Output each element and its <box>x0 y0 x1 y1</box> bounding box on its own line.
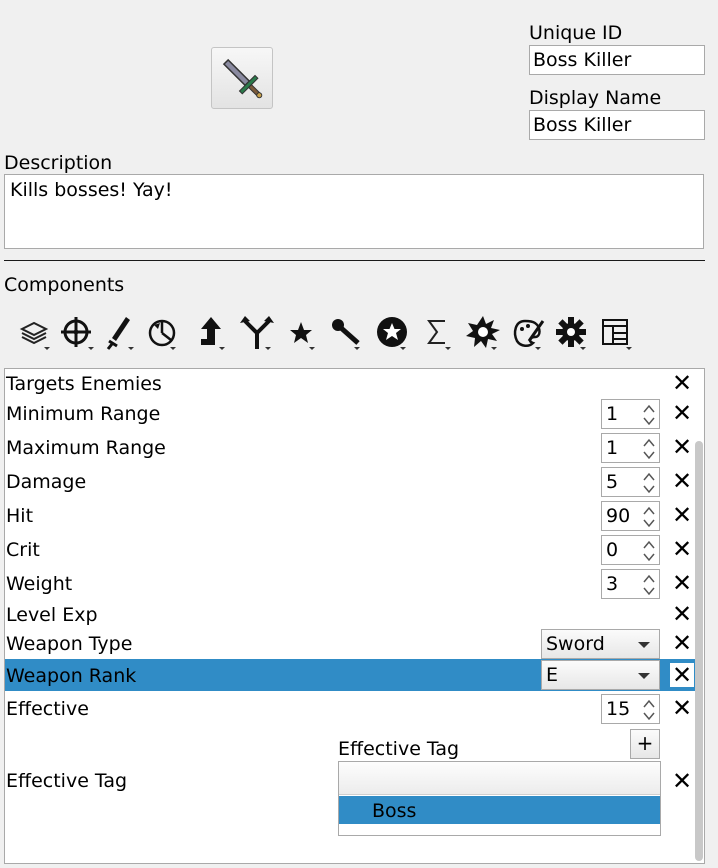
remove-icon[interactable]: ✕ <box>669 662 695 688</box>
list-item[interactable]: Boss <box>339 796 660 824</box>
unique-id-input[interactable]: Boss Killer <box>529 45 705 75</box>
item-icon-button[interactable] <box>211 47 273 109</box>
row-label: Effective <box>6 698 89 720</box>
remove-icon[interactable]: ✕ <box>670 371 694 395</box>
description-label: Description <box>4 152 113 174</box>
spin-value: 1 <box>606 403 619 425</box>
description-textarea[interactable]: Kills bosses! Yay! <box>4 174 704 249</box>
spin-value: 90 <box>606 505 631 527</box>
display-name-label: Display Name <box>529 87 662 109</box>
crit-spinbox[interactable]: 0 <box>601 535 660 565</box>
spin-up-icon[interactable] <box>641 403 657 415</box>
sword-item-icon <box>222 58 263 99</box>
remove-icon[interactable]: ✕ <box>670 631 694 655</box>
effective-tag-list[interactable]: Boss <box>338 761 661 836</box>
display-name-input[interactable]: Boss Killer <box>529 110 705 140</box>
chevron-down-icon <box>638 673 650 679</box>
row-weapon-rank[interactable]: Weapon Rank E ✕ <box>5 659 697 691</box>
spin-down-icon[interactable] <box>641 517 657 529</box>
spin-down-icon[interactable] <box>641 483 657 495</box>
maximum-range-spinbox[interactable]: 1 <box>601 433 660 463</box>
spin-value: 15 <box>606 698 631 720</box>
palette-icon[interactable] <box>509 313 549 353</box>
spin-up-icon[interactable] <box>641 539 657 551</box>
minimum-range-spinbox[interactable]: 1 <box>601 399 660 429</box>
spin-value: 1 <box>606 437 619 459</box>
row-label: Weight <box>6 573 73 595</box>
unique-id-label: Unique ID <box>529 22 623 44</box>
gear-icon[interactable] <box>552 313 592 353</box>
spin-up-icon[interactable] <box>641 437 657 449</box>
row-label: Targets Enemies <box>6 373 162 395</box>
components-list[interactable]: Targets Enemies ✕ Minimum Range 1 ✕ Maxi… <box>4 368 705 864</box>
remove-icon[interactable]: ✕ <box>670 435 694 459</box>
row-label: Minimum Range <box>6 403 161 425</box>
badge-star-icon[interactable] <box>372 313 412 353</box>
remove-icon[interactable]: ✕ <box>670 537 694 561</box>
burst-icon[interactable] <box>463 313 503 353</box>
spin-down-icon[interactable] <box>641 710 657 722</box>
spin-up-icon[interactable] <box>641 573 657 585</box>
row-label: Effective Tag <box>6 770 128 792</box>
remove-icon[interactable]: ✕ <box>670 401 694 425</box>
add-tag-button[interactable]: + <box>630 729 660 759</box>
chevron-down-icon <box>638 642 650 648</box>
layers-icon[interactable] <box>16 313 56 353</box>
row-label: Damage <box>6 471 87 493</box>
description-text: Kills bosses! Yay! <box>10 179 173 201</box>
spin-down-icon[interactable] <box>641 449 657 461</box>
effective-spinbox[interactable]: 15 <box>601 694 660 724</box>
spin-down-icon[interactable] <box>641 585 657 597</box>
spin-up-icon[interactable] <box>641 698 657 710</box>
spin-down-icon[interactable] <box>641 415 657 427</box>
remove-icon[interactable]: ✕ <box>670 571 694 595</box>
scrollbar[interactable] <box>695 441 703 861</box>
components-label: Components <box>4 274 125 296</box>
star-icon[interactable] <box>283 313 323 353</box>
sword-icon[interactable] <box>100 313 140 353</box>
row-label: Crit <box>6 539 40 561</box>
remove-icon[interactable]: ✕ <box>670 469 694 493</box>
list-item-label: Boss <box>372 800 417 822</box>
crosshair-icon[interactable] <box>58 313 98 353</box>
row-label: Hit <box>6 505 34 527</box>
arrow-up-icon[interactable] <box>193 313 233 353</box>
row-label: Weapon Type <box>6 633 133 655</box>
remove-icon[interactable]: ✕ <box>670 769 694 793</box>
pie-icon[interactable] <box>142 313 182 353</box>
weight-spinbox[interactable]: 3 <box>601 569 660 599</box>
row-label: Maximum Range <box>6 437 166 459</box>
spin-value: 3 <box>606 573 619 595</box>
weapon-rank-dropdown[interactable]: E <box>541 660 660 690</box>
row-effective-tag[interactable]: Effective Tag Effective Tag + Boss ✕ <box>5 729 695 839</box>
row-label: Level Exp <box>6 604 98 626</box>
spin-up-icon[interactable] <box>641 505 657 517</box>
weapon-type-dropdown[interactable]: Sword <box>541 629 660 659</box>
sigma-icon[interactable] <box>419 313 459 353</box>
spin-up-icon[interactable] <box>641 471 657 483</box>
list-header <box>339 762 660 795</box>
layout-icon[interactable] <box>598 313 638 353</box>
damage-spinbox[interactable]: 5 <box>601 467 660 497</box>
dropdown-value: E <box>546 664 559 686</box>
separator <box>4 260 705 261</box>
spin-value: 0 <box>606 539 619 561</box>
hit-spinbox[interactable]: 90 <box>601 501 660 531</box>
fork-icon[interactable] <box>237 313 277 353</box>
spin-value: 5 <box>606 471 619 493</box>
spin-down-icon[interactable] <box>641 551 657 563</box>
row-label: Weapon Rank <box>6 665 137 687</box>
remove-icon[interactable]: ✕ <box>670 602 694 626</box>
dropdown-value: Sword <box>546 633 605 655</box>
effective-tag-header: Effective Tag <box>338 738 460 760</box>
wand-icon[interactable] <box>326 313 366 353</box>
remove-icon[interactable]: ✕ <box>670 503 694 527</box>
remove-icon[interactable]: ✕ <box>670 696 694 720</box>
